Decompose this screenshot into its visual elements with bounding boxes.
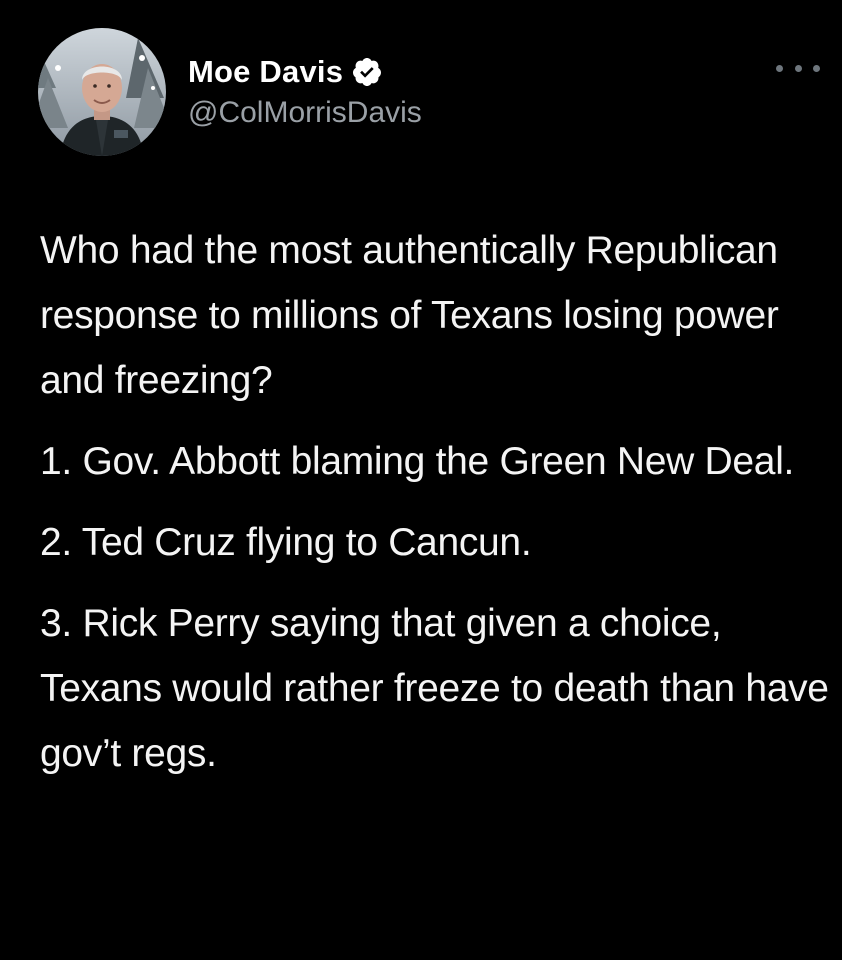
more-dot: [813, 64, 820, 72]
author-display-name[interactable]: Moe Davis: [188, 54, 343, 90]
tweet-text: Who had the most authentically Republica…: [40, 218, 830, 786]
tweet-paragraph: 3. Rick Perry saying that given a choice…: [40, 602, 829, 775]
more-options-icon[interactable]: [776, 58, 820, 78]
tweet-card: Moe Davis @ColMorrisDavis Who had the mo…: [0, 0, 842, 960]
more-dot: [776, 64, 783, 72]
tweet-paragraph: 1. Gov. Abbott blaming the Green New Dea…: [40, 440, 795, 483]
author-handle[interactable]: @ColMorrisDavis: [188, 96, 422, 130]
author-name-row: Moe Davis: [188, 52, 383, 92]
profile-photo: [38, 28, 166, 156]
more-dot: [794, 64, 802, 72]
tweet-paragraph: Who had the most authentically Republica…: [40, 229, 779, 402]
avatar[interactable]: [38, 28, 166, 156]
verified-badge-icon: [351, 56, 383, 88]
tweet-paragraph: 2. Ted Cruz flying to Cancun.: [40, 521, 532, 564]
